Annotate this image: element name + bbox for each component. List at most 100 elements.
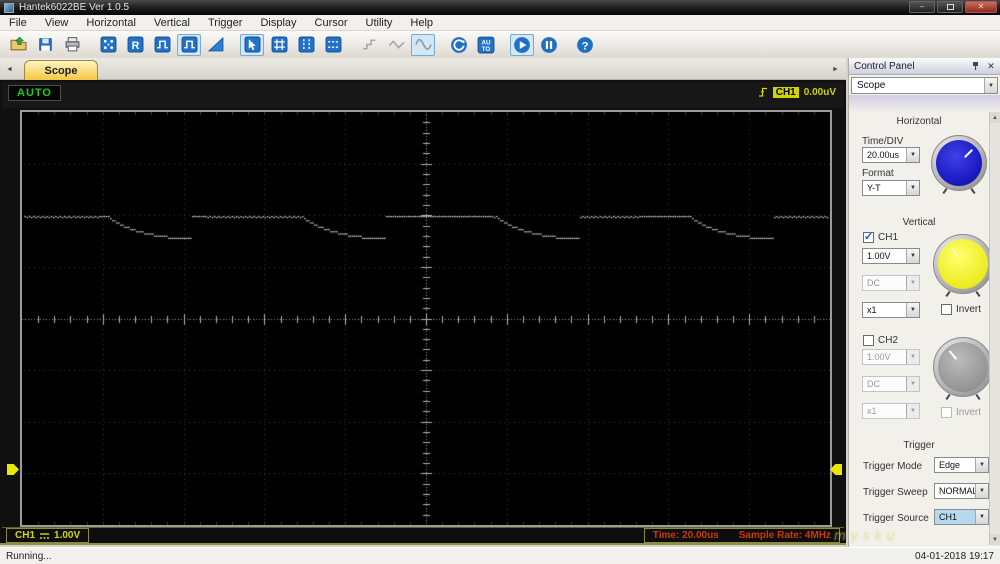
ch1-coupling-value: DC — [867, 278, 880, 288]
ch1-invert-checkbox[interactable] — [941, 304, 952, 315]
trigger-source-dropdown[interactable]: CH1 ▼ — [934, 509, 989, 525]
menu-file[interactable]: File — [0, 16, 36, 30]
menu-bar: File View Horizontal Vertical Trigger Di… — [0, 15, 1000, 31]
scope-display[interactable] — [20, 110, 832, 527]
horizontal-position-knob[interactable] — [931, 135, 987, 195]
vertical-cursor-icon[interactable] — [294, 34, 318, 56]
menu-display[interactable]: Display — [251, 16, 305, 30]
menu-view[interactable]: View — [36, 16, 78, 30]
status-text: Running... — [6, 550, 52, 562]
trigger-sweep-value: NORMAL — [939, 486, 978, 496]
scroll-up-icon[interactable]: ▲ — [990, 112, 1000, 123]
autoset-icon[interactable]: AU TO — [474, 34, 498, 56]
trigger-mode-value: Edge — [939, 460, 961, 470]
panel-accent-line — [0, 543, 846, 545]
window-title: Hantek6022BE Ver 1.0.5 — [19, 2, 130, 13]
tab-scroll-left-icon[interactable]: ◄ — [3, 62, 16, 77]
pin-icon[interactable] — [969, 60, 981, 72]
ch2-probe-dropdown: x1 ▼ — [862, 403, 920, 419]
help-icon[interactable]: ? — [573, 34, 597, 56]
dc-coupling-icon — [40, 533, 50, 539]
minimize-button[interactable]: – — [909, 1, 935, 13]
menu-help[interactable]: Help — [401, 16, 442, 30]
ch1-checkbox[interactable] — [863, 230, 874, 243]
ch2-position-knob[interactable] — [933, 337, 993, 401]
format-dropdown[interactable]: Y-T ▼ — [862, 180, 920, 196]
chevron-down-icon: ▼ — [975, 510, 988, 524]
tab-bar: ◄ Scope ► — [0, 58, 846, 80]
horizontal-cursor-icon[interactable] — [321, 34, 345, 56]
panel-gradient — [849, 95, 1000, 113]
print-icon[interactable] — [60, 34, 84, 56]
start-icon[interactable] — [510, 33, 534, 56]
menu-trigger[interactable]: Trigger — [199, 16, 251, 30]
panel-selector-dropdown[interactable]: Scope ▼ — [851, 77, 998, 94]
sine-interpolation-icon[interactable] — [411, 33, 435, 56]
horizontal-section-header: Horizontal — [896, 116, 942, 127]
ch1-coupling-dropdown: DC ▼ — [862, 275, 920, 291]
menu-horizontal[interactable]: Horizontal — [77, 16, 145, 30]
save-icon[interactable] — [33, 34, 57, 56]
square-wave-selected-icon[interactable] — [177, 33, 201, 56]
chevron-down-icon: ▼ — [975, 484, 988, 498]
ch2-volts-dropdown: 1.00V ▼ — [862, 349, 920, 365]
menu-cursor[interactable]: Cursor — [306, 16, 357, 30]
ch2-enable-row: CH2 — [863, 335, 898, 346]
channel-label: CH1 — [15, 530, 36, 541]
maximize-button[interactable] — [937, 1, 963, 13]
ch2-volts-value: 1.00V — [867, 352, 891, 362]
timediv-dropdown[interactable]: 20.00us ▼ — [862, 147, 920, 163]
close-button[interactable]: ✕ — [965, 1, 997, 13]
toolbar: R AU TO ? — [0, 31, 1000, 58]
cursor-select-icon[interactable] — [240, 33, 264, 56]
tab-scope[interactable]: Scope — [24, 60, 98, 80]
chevron-down-icon: ▼ — [975, 458, 988, 472]
panel-close-icon[interactable]: ✕ — [985, 60, 997, 72]
timebase-readout: Time: 20.00us Sample Rate: 4MHz — [643, 528, 840, 543]
title-bar: Hantek6022BE Ver 1.0.5 – ✕ — [0, 0, 1000, 15]
menu-utility[interactable]: Utility — [357, 16, 402, 30]
channel-level-marker-icon[interactable] — [7, 464, 19, 475]
control-panel-scrollbar[interactable]: ▲ ▼ — [989, 112, 1000, 545]
trigger-section-header: Trigger — [903, 440, 935, 451]
square-wave-icon[interactable] — [150, 34, 174, 56]
tab-scroll-right-icon[interactable]: ► — [829, 62, 842, 77]
control-panel: Control Panel ✕ Scope ▼ Horizontal Time/… — [848, 58, 1000, 547]
self-calibration-icon[interactable] — [96, 34, 120, 56]
chevron-down-icon: ▼ — [906, 404, 919, 418]
svg-text:R: R — [131, 40, 139, 52]
scroll-down-icon[interactable]: ▼ — [990, 534, 1000, 545]
scope-panel: AUTO CH1 0.00uV CH1 1.00V Time: 20.00us … — [0, 80, 846, 545]
svg-text:?: ? — [582, 40, 589, 52]
status-datetime: 04-01-2018 19:17 — [915, 550, 994, 562]
ch2-checkbox[interactable] — [863, 335, 874, 346]
ch1-invert-row: Invert — [941, 304, 981, 315]
svg-text:TO: TO — [482, 46, 491, 53]
ch1-position-knob[interactable] — [933, 234, 993, 298]
trigger-sweep-dropdown[interactable]: NORMAL ▼ — [934, 483, 989, 499]
record-icon[interactable]: R — [123, 34, 147, 56]
channel-readout: CH1 1.00V — [6, 528, 90, 543]
chevron-down-icon: ▼ — [906, 303, 919, 317]
trigger-edge-icon — [758, 87, 767, 97]
menu-vertical[interactable]: Vertical — [145, 16, 199, 30]
trigger-level-value: 0.00uV — [803, 87, 836, 98]
ch1-volts-dropdown[interactable]: 1.00V ▼ — [862, 248, 920, 264]
sample-rate-value: Sample Rate: 4MHz — [738, 530, 831, 541]
ch1-enable-row: CH1 — [863, 230, 898, 243]
grid-icon[interactable] — [267, 34, 291, 56]
refresh-icon[interactable] — [447, 34, 471, 56]
open-icon[interactable] — [6, 34, 30, 56]
chevron-down-icon: ▼ — [906, 377, 919, 391]
format-label: Format — [862, 168, 894, 179]
ramp-wave-icon[interactable] — [204, 34, 228, 56]
ch1-probe-value: x1 — [867, 305, 877, 315]
vertical-section-header: Vertical — [902, 217, 936, 228]
pause-icon[interactable] — [537, 34, 561, 56]
scope-bottom-bar: CH1 1.00V Time: 20.00us Sample Rate: 4MH… — [2, 527, 844, 543]
scope-canvas[interactable] — [22, 112, 830, 525]
trigger-mode-dropdown[interactable]: Edge ▼ — [934, 457, 989, 473]
timediv-label: Time/DIV — [862, 136, 904, 147]
ch1-probe-dropdown[interactable]: x1 ▼ — [862, 302, 920, 318]
timediv-value: 20.00us — [867, 150, 900, 160]
